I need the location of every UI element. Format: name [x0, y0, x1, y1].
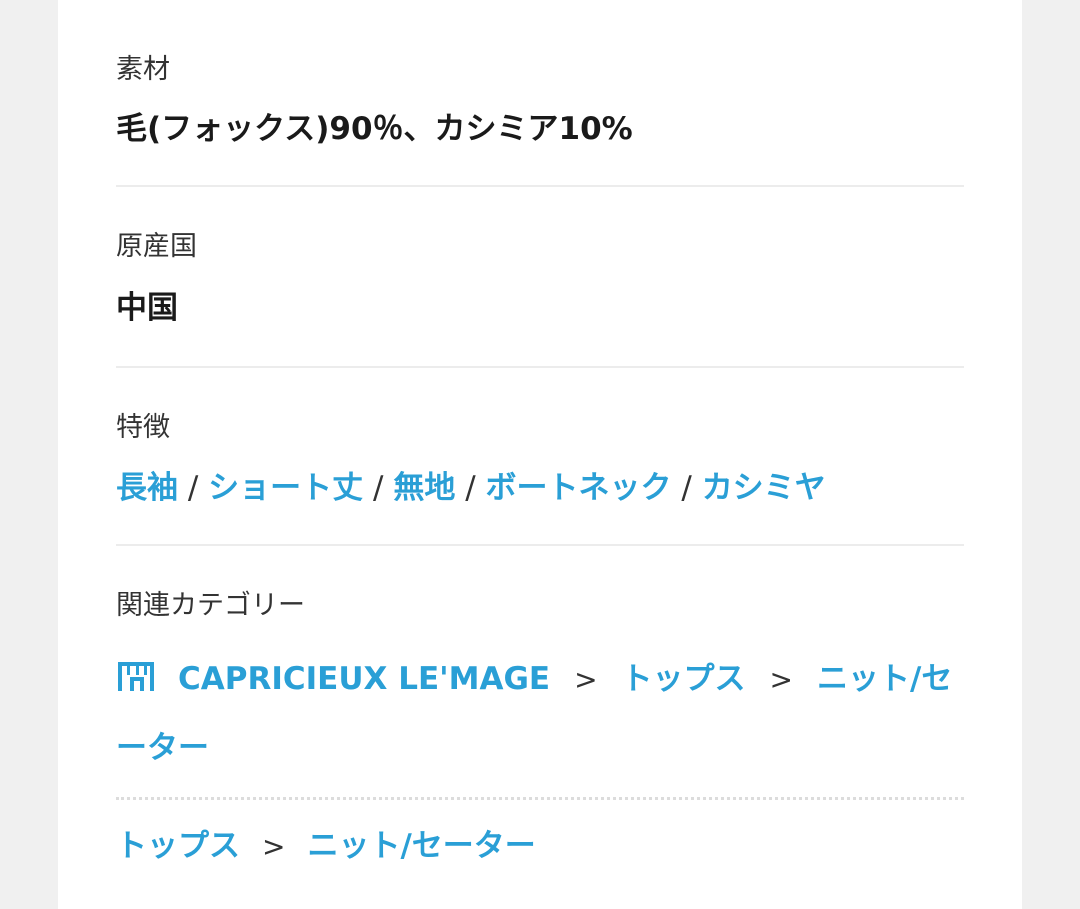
subcategory-link-continued[interactable]: ーター — [116, 714, 964, 782]
origin-label: 原産国 — [116, 231, 197, 262]
breadcrumb-arrow: > — [262, 830, 286, 863]
category-link[interactable]: トップス — [116, 828, 240, 864]
tag-separator: / — [373, 470, 384, 506]
feature-tag[interactable]: カシミヤ — [702, 470, 826, 506]
features-tags: 長袖 / ショート丈 / 無地 / ボートネック / カシミヤ — [116, 473, 964, 504]
material-label: 素材 — [116, 54, 170, 85]
breadcrumb-arrow: > — [574, 663, 598, 696]
product-details-card: 素材 毛(フォックス)90％、カシミア10% 原産国 中国 特徴 長袖 / ショ… — [58, 0, 1022, 909]
features-label: 特徴 — [116, 412, 170, 443]
dotted-divider — [116, 797, 964, 800]
shop-icon — [118, 662, 154, 691]
material-value: 毛(フォックス)90％、カシミア10% — [116, 111, 633, 147]
breadcrumb-arrow: > — [769, 663, 794, 696]
subcategory-link[interactable]: ニット/セ — [817, 661, 952, 697]
shop-category-breadcrumb: CAPRICIEUX LE'MAGE > トップス > ニット/セ ーター — [116, 645, 964, 782]
divider — [116, 185, 964, 187]
tag-separator: / — [465, 470, 476, 506]
feature-tag[interactable]: 無地 — [393, 470, 455, 506]
tag-separator: / — [681, 470, 692, 506]
brand-link[interactable]: CAPRICIEUX LE'MAGE — [178, 661, 550, 697]
related-categories-label: 関連カテゴリー — [116, 590, 305, 621]
subcategory-link[interactable]: ニット/セーター — [307, 828, 535, 864]
general-category-breadcrumb: トップス > ニット/セーター — [116, 812, 964, 881]
feature-tag[interactable]: ショート丈 — [208, 470, 363, 506]
origin-value: 中国 — [116, 290, 178, 326]
feature-tag[interactable]: 長袖 — [116, 470, 178, 506]
feature-tag[interactable]: ボートネック — [486, 470, 672, 506]
category-link[interactable]: トップス — [622, 661, 746, 697]
divider — [116, 544, 964, 546]
tag-separator: / — [187, 470, 199, 506]
divider — [116, 366, 964, 368]
